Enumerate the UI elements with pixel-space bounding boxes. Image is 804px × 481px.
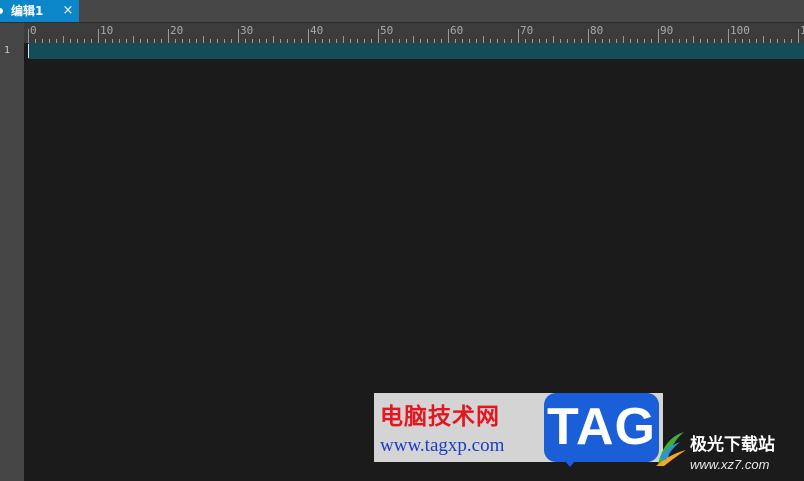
current-line-highlight	[28, 43, 804, 59]
watermark-site-name: 电脑技术网	[380, 403, 500, 430]
text-caret	[28, 44, 29, 58]
ruler-label: 11	[800, 24, 804, 37]
tab-edge-icon	[0, 8, 3, 14]
ruler-label: 80	[590, 24, 603, 37]
aurora-logo-icon	[656, 432, 686, 466]
tab-bar: 编辑1 ×	[0, 0, 804, 22]
ruler-label: 10	[100, 24, 113, 37]
ruler-label: 50	[380, 24, 393, 37]
watermark-tag-badge: TAG	[544, 393, 659, 462]
ruler-label: 30	[240, 24, 253, 37]
close-icon[interactable]: ×	[61, 0, 75, 22]
ruler-label: 20	[170, 24, 183, 37]
column-ruler: 0 10 20 30 40 50 60 70 80 90 100 11	[24, 23, 804, 43]
ruler-label: 100	[730, 24, 750, 37]
watermark-site-url: www.tagxp.com	[380, 435, 505, 456]
tab-editor-1[interactable]: 编辑1 ×	[0, 0, 79, 22]
watermark-tag-tail	[560, 455, 580, 467]
line-number: 1	[4, 45, 11, 56]
ruler-label: 40	[310, 24, 323, 37]
watermark2-site-name: 极光下载站	[690, 435, 775, 455]
line-number-gutter	[0, 23, 24, 481]
tab-label: 编辑1	[11, 4, 44, 18]
ruler-label: 0	[30, 24, 37, 37]
ruler-label: 70	[520, 24, 533, 37]
ruler-label: 60	[450, 24, 463, 37]
watermark2-site-url: www.xz7.com	[690, 457, 770, 472]
ruler-label: 90	[660, 24, 673, 37]
ruler-ticks: 0 10 20 30 40 50 60 70 80 90 100 11	[28, 24, 804, 43]
